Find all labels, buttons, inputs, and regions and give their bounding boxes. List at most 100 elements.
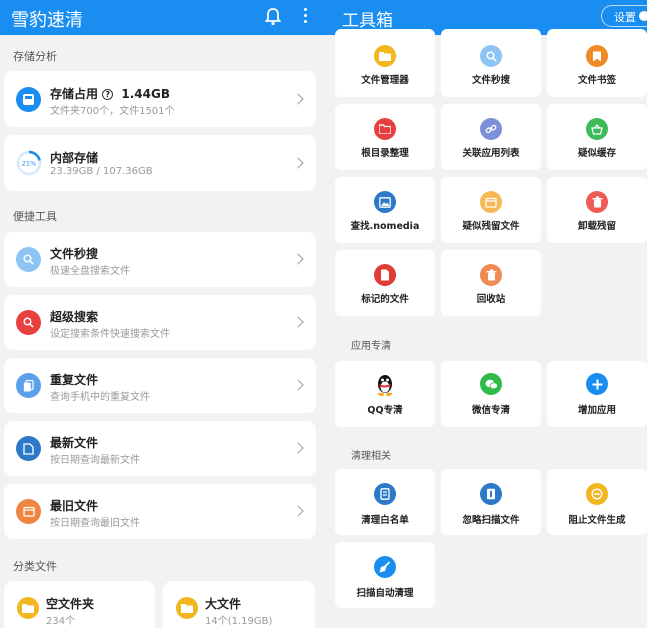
category-subtitle: 234个: [46, 616, 76, 627]
tile-label: 根目录整理: [361, 148, 409, 159]
tile-label: 文件管理器: [361, 75, 409, 86]
old-file-icon: [16, 499, 41, 524]
toolbox-tile[interactable]: 回收站: [441, 250, 541, 316]
storage-usage-subtitle: 文件夹700个，文件1501个: [50, 106, 175, 117]
tool-title: 超级搜索: [50, 310, 99, 324]
chevron-right-icon: [292, 253, 304, 265]
tool-title: 重复文件: [50, 373, 99, 387]
block-icon: [586, 483, 608, 505]
toolbox-tile[interactable]: 卸载残留: [547, 177, 647, 243]
tool-card[interactable]: 最新文件按日期查询最新文件: [4, 421, 316, 476]
help-icon[interactable]: ?: [102, 89, 114, 100]
tile-label: 回收站: [476, 294, 506, 305]
gear-icon: [639, 11, 647, 21]
tile-label: 疑似缓存: [577, 148, 616, 159]
toolbox-tile[interactable]: 疑似残留文件: [441, 177, 541, 243]
internal-storage-title: 内部存储: [50, 151, 99, 165]
whitelist-icon: [374, 483, 396, 505]
tile-label: 疑似残留文件: [462, 221, 520, 232]
tool-subtitle: 按日期查询最新文件: [50, 455, 140, 466]
cleanup-tile[interactable]: 清理白名单: [335, 469, 435, 535]
cleanup-tile[interactable]: 阻止文件生成: [547, 469, 647, 535]
toolbox-tile[interactable]: 疑似缓存: [547, 104, 647, 170]
more-menu-icon[interactable]: [302, 8, 308, 26]
tile-label: QQ专清: [367, 405, 403, 416]
chevron-right-icon: [292, 442, 304, 454]
bookmark-icon: [586, 45, 608, 67]
large-files-card[interactable]: 大文件 14个(1.19GB): [163, 581, 315, 628]
tile-label: 增加应用: [577, 405, 616, 416]
tool-subtitle: 查询手机中的重复文件: [50, 392, 150, 403]
main-screen: 雪豹速清 存储分析 存储占用 ? 1.44GB 文件夹700个，文件1501个 …: [0, 0, 326, 628]
wechat-icon: [480, 373, 502, 395]
image-icon: [374, 191, 396, 213]
search-icon: [480, 45, 502, 67]
tile-label: 文件秒搜: [471, 75, 510, 86]
plus-icon: [586, 373, 608, 395]
storage-percent-label: 21%: [22, 160, 36, 168]
new-file-icon: [16, 436, 41, 461]
bell-icon[interactable]: [265, 8, 281, 26]
chevron-right-icon: [292, 157, 304, 169]
toolbox-tile[interactable]: 文件管理器: [335, 29, 435, 97]
tools-section-label: 便捷工具: [13, 210, 57, 223]
tool-card[interactable]: 重复文件查询手机中的重复文件: [4, 358, 316, 413]
tool-card[interactable]: 最旧文件 按日期查询最旧文件: [4, 484, 316, 539]
app-clean-tile[interactable]: 微信专清: [441, 361, 541, 427]
folder-icon: [374, 45, 396, 67]
app-clean-tile[interactable]: 增加应用: [547, 361, 647, 427]
chevron-right-icon: [292, 505, 304, 517]
toolbox-tile[interactable]: 文件秒搜: [441, 29, 541, 97]
tile-label: 阻止文件生成: [568, 515, 626, 526]
tile-label: 清理白名单: [361, 515, 409, 526]
chevron-right-icon: [292, 379, 304, 391]
app-title: 雪豹速清: [11, 10, 83, 31]
tile-label: 查找.nomedia: [350, 221, 420, 232]
category-title: 空文件夹: [46, 597, 95, 611]
toolbox-tile[interactable]: 标记的文件: [335, 250, 435, 316]
empty-folders-card[interactable]: 空文件夹 234个: [4, 581, 155, 628]
category-title: 大文件: [205, 597, 242, 611]
tile-label: 扫描自动清理: [356, 588, 414, 599]
chevron-right-icon: [292, 316, 304, 328]
settings-button[interactable]: 设置: [601, 5, 647, 27]
chevron-right-icon: [292, 93, 304, 105]
folder-icon: [17, 597, 39, 619]
tool-title: 最新文件: [50, 436, 99, 450]
tool-card[interactable]: 文件秒搜极速全盘搜索文件: [4, 232, 316, 287]
apps-section-label: 应用专清: [351, 341, 391, 352]
duplicate-file-icon: [16, 373, 41, 398]
storage-usage-card[interactable]: 存储占用 ? 1.44GB 文件夹700个，文件1501个: [4, 71, 316, 127]
internal-storage-card[interactable]: 21% 内部存储 23.39GB / 107.36GB: [4, 135, 316, 191]
tile-label: 关联应用列表: [462, 148, 520, 159]
trash-icon: [480, 264, 502, 286]
tool-subtitle: 按日期查询最旧文件: [50, 518, 140, 529]
cleanup-tile[interactable]: 扫描自动清理: [335, 542, 435, 608]
category-subtitle: 14个(1.19GB): [205, 616, 273, 627]
storage-progress-ring: 21%: [16, 150, 42, 176]
toolbox-tile[interactable]: 查找.nomedia: [335, 177, 435, 243]
storage-usage-value: 1.44GB: [121, 87, 170, 101]
storage-section-label: 存储分析: [13, 50, 57, 63]
tool-title: 文件秒搜: [50, 247, 99, 261]
settings-label: 设置: [614, 11, 636, 24]
cleanup-tile[interactable]: 忽略扫描文件: [441, 469, 541, 535]
app-clean-tile[interactable]: QQ专清: [335, 361, 435, 427]
tool-card[interactable]: 超级搜索 设定搜索条件快速搜索文件: [4, 295, 316, 350]
folder-organize-icon: [374, 118, 396, 140]
tile-label: 忽略扫描文件: [462, 515, 520, 526]
trash-icon: [586, 191, 608, 213]
search-plus-icon: [16, 310, 41, 335]
toolbox-tile[interactable]: 文件书签: [547, 29, 647, 97]
storage-icon: [16, 87, 41, 112]
tool-subtitle: 极速全盘搜索文件: [50, 266, 130, 277]
toolbox-tile[interactable]: 根目录整理: [335, 104, 435, 170]
toolbox-title: 工具箱: [342, 11, 393, 31]
marked-file-icon: [374, 264, 396, 286]
toolbox-tile[interactable]: 关联应用列表: [441, 104, 541, 170]
storage-usage-title: 存储占用: [50, 87, 99, 101]
tile-label: 微信专清: [471, 405, 510, 416]
tile-label: 文件书签: [577, 75, 616, 86]
basket-icon: [586, 118, 608, 140]
residual-file-icon: [480, 191, 502, 213]
